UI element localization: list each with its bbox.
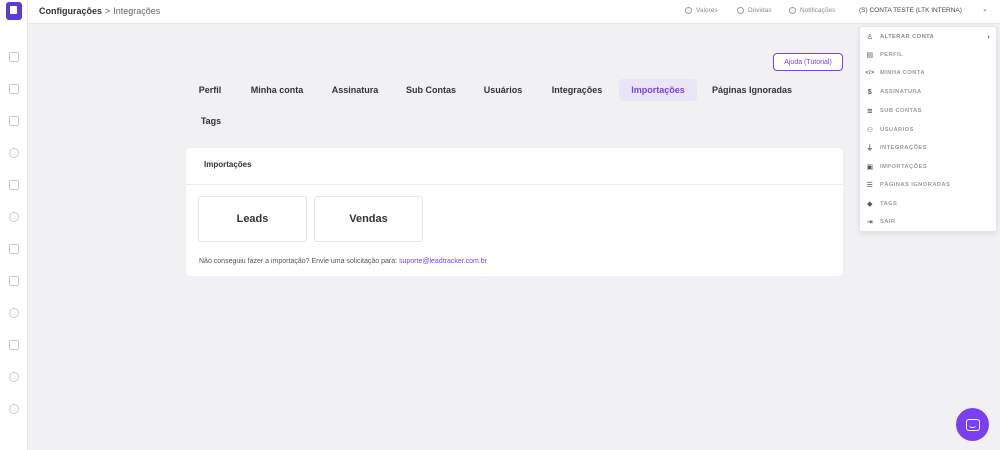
shield-icon[interactable]: [9, 308, 19, 318]
chevron-right-icon: ›: [987, 33, 990, 41]
list-icon: ☰: [866, 182, 874, 189]
tab-sub-contas[interactable]: Sub Contas: [400, 79, 462, 101]
breadcrumb-separator: >: [105, 6, 111, 16]
menu-item-label: ALTERAR CONTA: [880, 34, 935, 40]
link-icon[interactable]: [9, 372, 19, 382]
target-icon[interactable]: [9, 212, 19, 222]
breadcrumb-root[interactable]: Configurações: [39, 6, 102, 16]
document-icon[interactable]: [9, 340, 19, 350]
id-card-icon: ▤: [866, 52, 874, 59]
plug-icon: ⏚: [866, 145, 874, 152]
menu-item-sub-contas[interactable]: ≋ SUB CONTAS: [860, 103, 996, 119]
file-import-icon: ▣: [866, 164, 874, 171]
import-vendas-button[interactable]: Vendas: [314, 196, 423, 242]
nav-valores-label: Valores: [696, 7, 718, 14]
layers-icon: ≋: [866, 108, 874, 115]
menu-item-label: SUB CONTAS: [880, 108, 922, 114]
tab-integracoes[interactable]: Integrações: [544, 79, 610, 101]
support-note: Não conseguiu fazer a importação? Envie …: [199, 258, 487, 265]
tab-tags[interactable]: Tags: [194, 110, 228, 132]
menu-item-paginas-ignoradas[interactable]: ☰ PÁGINAS IGNORADAS: [860, 177, 996, 193]
menu-item-label: SAIR: [880, 219, 896, 225]
import-leads-button[interactable]: Leads: [198, 196, 307, 242]
chat-launcher-button[interactable]: [956, 408, 989, 441]
help-tutorial-button[interactable]: Ajuda (Tutorial): [773, 53, 843, 71]
dashboard-icon[interactable]: [9, 52, 19, 62]
menu-item-label: MINHA CONTA: [880, 70, 925, 76]
menu-item-tags[interactable]: ◆ TAGS: [860, 196, 996, 212]
chat-icon: [965, 418, 980, 431]
help-circle-icon: [737, 7, 744, 14]
support-email-link[interactable]: suporte@leadtracker.com.br: [399, 258, 487, 265]
tab-usuarios[interactable]: Usuários: [477, 79, 529, 101]
menu-item-label: USUÁRIOS: [880, 127, 914, 133]
nav-valores[interactable]: Valores: [685, 7, 718, 14]
nav-duvidas[interactable]: Dúvidas: [737, 7, 771, 14]
user-switch-icon: ♙: [866, 34, 874, 41]
bell-icon: [789, 7, 796, 14]
share-icon[interactable]: [9, 244, 19, 254]
building-icon[interactable]: [9, 276, 19, 286]
grid-icon[interactable]: [9, 116, 19, 126]
card-title: Importações: [204, 160, 252, 169]
menu-item-usuarios[interactable]: ⚇ USUÁRIOS: [860, 122, 996, 138]
menu-item-assinatura[interactable]: $ ASSINATURA: [860, 84, 996, 100]
menu-item-perfil[interactable]: ▤ PERFIL: [860, 47, 996, 63]
tab-assinatura[interactable]: Assinatura: [325, 79, 385, 101]
menu-item-alterar-conta[interactable]: ♙ ALTERAR CONTA ›: [860, 29, 996, 45]
menu-item-label: TAGS: [880, 201, 898, 207]
chevron-down-icon[interactable]: ⌄: [982, 5, 988, 13]
nav-duvidas-label: Dúvidas: [748, 7, 772, 14]
search-icon[interactable]: [9, 148, 19, 158]
logout-icon: ⇥: [866, 219, 874, 226]
tab-paginas-ignoradas[interactable]: Páginas Ignoradas: [707, 79, 797, 101]
account-dropdown-menu: ♙ ALTERAR CONTA › ▤ PERFIL </> MINHA CON…: [859, 26, 997, 232]
eye-off-icon: [685, 7, 692, 14]
top-bar: Configurações > Integrações Valores Dúvida…: [28, 0, 1000, 24]
menu-item-sair[interactable]: ⇥ SAIR: [860, 214, 996, 230]
menu-item-label: PERFIL: [880, 52, 904, 58]
menu-item-label: IMPORTAÇÕES: [880, 164, 928, 170]
menu-item-integracoes[interactable]: ⏚ INTEGRAÇÕES: [860, 140, 996, 156]
tab-minha-conta[interactable]: Minha conta: [242, 79, 312, 101]
tab-importacoes[interactable]: Importações: [619, 79, 697, 101]
tag-icon: ◆: [867, 201, 873, 208]
tab-perfil[interactable]: Perfil: [190, 79, 230, 101]
id-card-icon[interactable]: [9, 84, 19, 94]
menu-item-minha-conta[interactable]: </> MINHA CONTA: [860, 65, 996, 81]
support-note-text: Não conseguiu fazer a importação? Envie …: [199, 258, 399, 265]
menu-item-label: PÁGINAS IGNORADAS: [880, 182, 951, 188]
dollar-icon: $: [867, 88, 873, 96]
nav-notificacoes-label: Notificações: [800, 7, 836, 14]
menu-item-label: INTEGRAÇÕES: [880, 145, 927, 151]
app-logo[interactable]: [6, 2, 22, 20]
users-icon: ⚇: [866, 127, 874, 134]
card-divider: [186, 184, 843, 185]
breadcrumb: Configurações > Integrações: [39, 6, 160, 16]
menu-item-label: ASSINATURA: [880, 89, 922, 95]
nav-notificacoes[interactable]: Notificações: [789, 7, 835, 14]
account-selector[interactable]: (S) CONTA TESTE (LTK INTERNA): [859, 7, 962, 14]
cart-icon[interactable]: [9, 180, 19, 190]
sidebar: [0, 0, 28, 450]
breadcrumb-current: Integrações: [113, 6, 161, 16]
info-icon[interactable]: [9, 404, 19, 414]
menu-item-importacoes[interactable]: ▣ IMPORTAÇÕES: [860, 159, 996, 175]
importacoes-card: Importações Leads Vendas Não conseguiu f…: [186, 148, 843, 276]
code-icon: </>: [865, 70, 875, 76]
